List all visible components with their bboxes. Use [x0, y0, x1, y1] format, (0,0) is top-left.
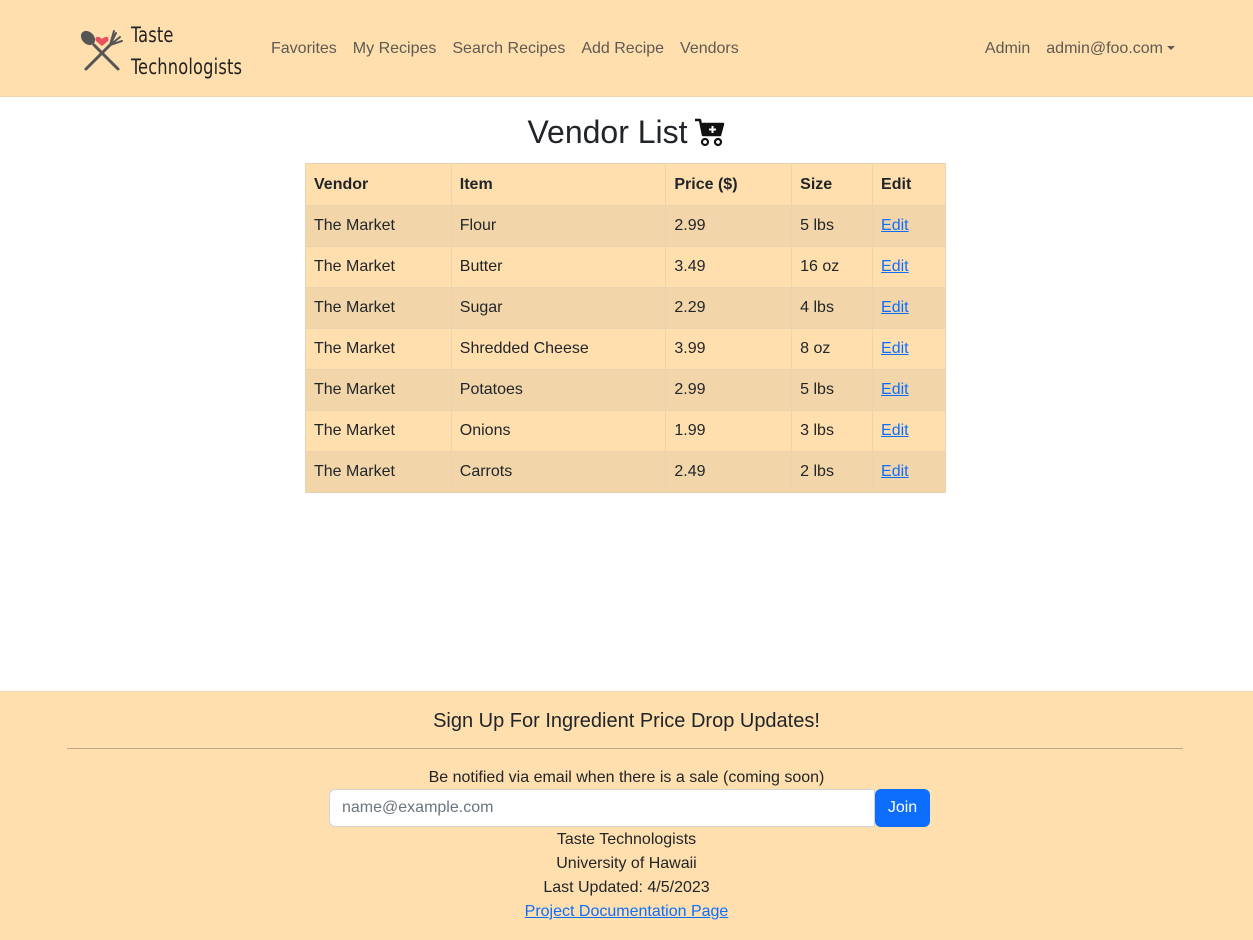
edit-cell: Edit [872, 328, 946, 370]
edit-link[interactable]: Edit [881, 422, 909, 439]
col-size: Size [791, 163, 874, 206]
item-cell: Butter [450, 246, 667, 288]
item-cell: Carrots [450, 451, 667, 493]
page-title-text: Vendor List [527, 114, 688, 150]
vendor-cell: The Market [305, 246, 452, 288]
nav-my-recipes[interactable]: My Recipes [345, 37, 445, 61]
table-row: The Market Shredded Cheese 3.99 8 oz Edi… [305, 328, 946, 370]
edit-link[interactable]: Edit [881, 340, 909, 357]
price-cell: 2.99 [665, 369, 793, 411]
email-field[interactable] [329, 789, 875, 827]
table-row: The Market Flour 2.99 5 lbs Edit [305, 205, 946, 247]
edit-link[interactable]: Edit [881, 463, 909, 480]
page-title: Vendor List [0, 110, 1253, 154]
table-header-row: Vendor Item Price ($) Size Edit [305, 163, 946, 206]
brand-line-2: Technologists [131, 55, 243, 79]
size-cell: 16 oz [791, 246, 874, 288]
user-dropdown[interactable]: admin@foo.com [1038, 37, 1183, 61]
price-cell: 2.99 [665, 205, 793, 247]
footer-doc-line: Project Documentation Page [0, 900, 1253, 924]
signup-note: Be notified via email when there is a sa… [428, 769, 825, 786]
vendor-table: Vendor Item Price ($) Size Edit The Mark… [305, 163, 946, 493]
edit-cell: Edit [872, 246, 946, 288]
size-cell: 8 oz [791, 328, 874, 370]
signup-heading: Sign Up For Ingredient Price Drop Update… [433, 710, 820, 732]
edit-link[interactable]: Edit [881, 381, 909, 398]
project-documentation-link[interactable]: Project Documentation Page [525, 903, 729, 920]
table-row: The Market Carrots 2.49 2 lbs Edit [305, 451, 946, 493]
user-nav: Admin admin@foo.com [977, 37, 1183, 61]
edit-cell: Edit [872, 205, 946, 247]
price-cell: 2.49 [665, 451, 793, 493]
size-cell: 5 lbs [791, 205, 874, 247]
edit-cell: Edit [872, 410, 946, 452]
nav-vendors[interactable]: Vendors [672, 37, 747, 61]
brand-name: Taste Technologists [131, 19, 242, 83]
edit-cell: Edit [872, 287, 946, 329]
col-vendor: Vendor [305, 163, 452, 206]
user-email: admin@foo.com [1046, 40, 1163, 57]
footer-last-updated: Last Updated: 4/5/2023 [543, 879, 710, 896]
edit-cell: Edit [872, 369, 946, 411]
footer-org: Taste Technologists [556, 831, 697, 848]
table-row: The Market Onions 1.99 3 lbs Edit [305, 410, 946, 452]
item-cell: Flour [450, 205, 667, 247]
nav-add-recipe[interactable]: Add Recipe [573, 37, 672, 61]
col-edit: Edit [872, 163, 946, 206]
caret-down-icon [1167, 46, 1175, 50]
vendor-cell: The Market [305, 451, 452, 493]
vendor-cell: The Market [305, 328, 452, 370]
size-cell: 4 lbs [791, 287, 874, 329]
join-button[interactable]: Join [875, 789, 930, 827]
brand-line-1: Taste [131, 23, 174, 47]
footer: Sign Up For Ingredient Price Drop Update… [0, 691, 1253, 940]
main-nav: Favorites My Recipes Search Recipes Add … [263, 37, 747, 61]
price-cell: 1.99 [665, 410, 793, 452]
vendor-cell: The Market [305, 287, 452, 329]
nav-favorites[interactable]: Favorites [263, 37, 345, 61]
cart-plus-icon [694, 118, 724, 147]
edit-cell: Edit [872, 451, 946, 493]
vendor-cell: The Market [305, 205, 452, 247]
edit-link[interactable]: Edit [881, 258, 909, 275]
size-cell: 2 lbs [791, 451, 874, 493]
price-cell: 2.29 [665, 287, 793, 329]
price-cell: 3.99 [665, 328, 793, 370]
item-cell: Potatoes [450, 369, 667, 411]
item-cell: Shredded Cheese [450, 328, 667, 370]
size-cell: 3 lbs [791, 410, 874, 452]
price-cell: 3.49 [665, 246, 793, 288]
edit-link[interactable]: Edit [881, 217, 909, 234]
footer-divider [67, 748, 1183, 749]
vendor-cell: The Market [305, 410, 452, 452]
item-cell: Sugar [450, 287, 667, 329]
col-price: Price ($) [665, 163, 793, 206]
table-row: The Market Butter 3.49 16 oz Edit [305, 246, 946, 288]
table-row: The Market Sugar 2.29 4 lbs Edit [305, 287, 946, 329]
fork-spoon-heart-icon [76, 25, 128, 77]
navbar: Taste Technologists Favorites My Recipes… [0, 0, 1253, 97]
size-cell: 5 lbs [791, 369, 874, 411]
footer-university: University of Hawaii [556, 855, 697, 872]
edit-link[interactable]: Edit [881, 299, 909, 316]
brand-home-link[interactable]: Taste Technologists [76, 20, 246, 82]
nav-search-recipes[interactable]: Search Recipes [444, 37, 573, 61]
item-cell: Onions [450, 410, 667, 452]
table-row: The Market Potatoes 2.99 5 lbs Edit [305, 369, 946, 411]
col-item: Item [450, 163, 667, 206]
vendor-cell: The Market [305, 369, 452, 411]
nav-admin[interactable]: Admin [977, 37, 1038, 61]
